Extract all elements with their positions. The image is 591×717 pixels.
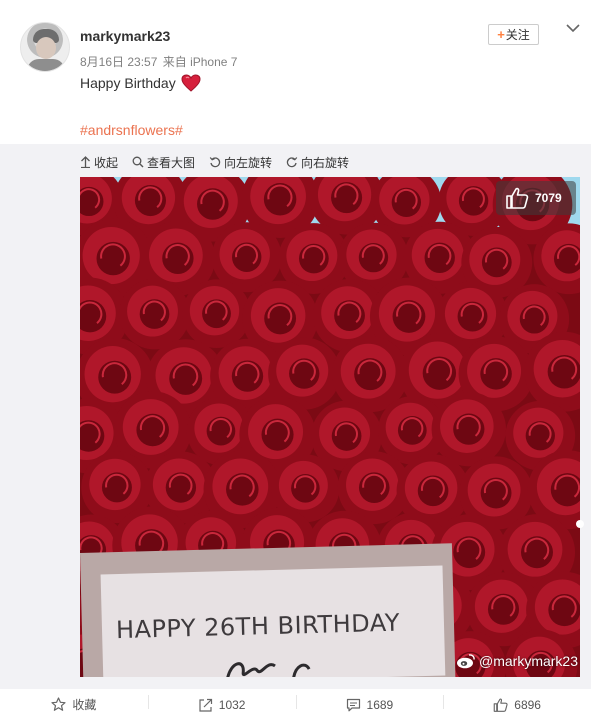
username[interactable]: markymark23 [80,28,170,44]
handwriting-scribble [225,662,311,677]
follow-button[interactable]: + 关注 [488,24,539,45]
image-like-count: 7079 [535,191,562,205]
comment-button[interactable]: 1689 [295,692,444,717]
post-text-content: Happy Birthday [80,75,176,91]
repost-button[interactable]: 1032 [147,692,296,717]
collapse-button[interactable]: 收起 [80,154,118,171]
birthday-card-text: HAPPY 26TH BIRTHDAY [115,608,401,645]
follow-label: 关注 [505,28,530,42]
post-date[interactable]: 8月16日 23:57 [80,55,157,69]
rotate-right-label: 向右旋转 [301,155,350,170]
view-large-button[interactable]: 查看大图 [132,154,195,171]
like-button[interactable]: 6896 [443,692,591,717]
media-panel: 收起 查看大图 向左旋转 向右旋转 HAPPY 26TH BIRTHDAY 70… [0,144,591,689]
repost-count: 1032 [218,697,246,712]
image-toolbar: 收起 查看大图 向左旋转 向右旋转 [80,153,363,171]
post-meta: 8月16日 23:57 来自 iPhone 7 [80,53,239,70]
rotate-right-icon [286,157,298,168]
action-bar: 收藏 1032 1689 6896 [0,692,591,717]
image-like-button[interactable]: 7079 [496,181,576,215]
favorite-button[interactable]: 收藏 [0,692,148,717]
post-text: Happy Birthday [80,74,201,92]
plus-icon: + [497,27,505,42]
birthday-card-inner: HAPPY 26TH BIRTHDAY [100,565,446,677]
comment-icon [346,698,360,711]
chevron-down-icon[interactable] [565,20,581,36]
rotate-left-button[interactable]: 向左旋转 [209,154,272,171]
favorite-label: 收藏 [72,698,97,712]
watermark: @markymark23 [456,653,578,669]
thumbs-up-icon [506,187,529,209]
watermark-text: @markymark23 [479,653,579,669]
star-icon [51,697,66,711]
share-icon [199,698,212,712]
thumbs-up-icon [493,698,508,712]
next-image-handle[interactable] [576,520,584,528]
rotate-left-icon [209,157,221,168]
hashtag-link[interactable]: #andrsnflowers# [80,122,183,138]
view-large-label: 查看大图 [147,155,196,170]
heart-icon [181,74,201,92]
post-source: 来自 iPhone 7 [162,55,238,69]
post-photo[interactable]: HAPPY 26TH BIRTHDAY 7079 @markymark23 [80,177,580,677]
avatar[interactable] [20,22,70,72]
comment-count: 1689 [366,697,394,712]
search-icon [132,156,144,168]
like-count: 6896 [514,697,541,712]
weibo-post: markymark23 8月16日 23:57 来自 iPhone 7 Happ… [0,0,591,717]
rotate-left-label: 向左旋转 [224,155,273,170]
collapse-label: 收起 [94,155,119,170]
weibo-logo-icon [457,654,475,669]
arrow-up-icon [81,156,90,168]
rotate-right-button[interactable]: 向右旋转 [286,154,349,171]
birthday-card: HAPPY 26TH BIRTHDAY [80,543,456,677]
